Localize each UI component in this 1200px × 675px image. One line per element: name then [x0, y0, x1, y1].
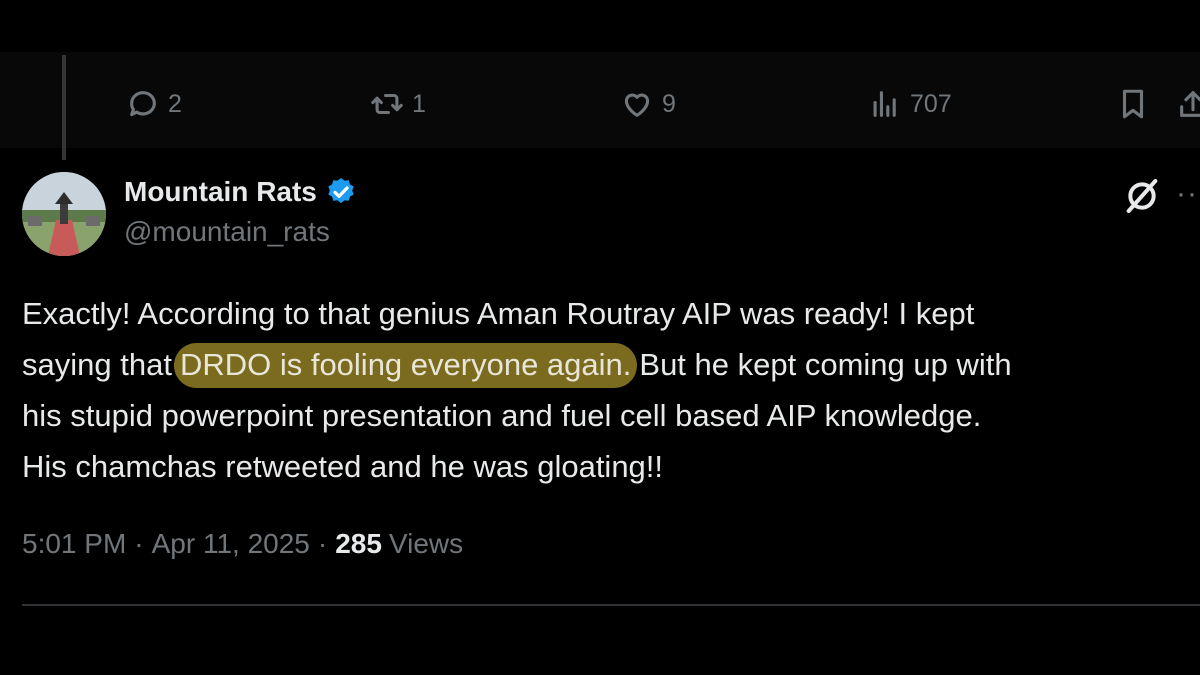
bar-chart-icon	[873, 91, 896, 117]
tweet-line-3: his stupid powerpoint presentation and f…	[22, 398, 982, 433]
speech-bubble-icon	[130, 91, 156, 117]
meta-separator: ·	[134, 528, 144, 559]
heart-icon	[624, 93, 650, 117]
share-button[interactable]	[1176, 80, 1200, 128]
avatar[interactable]	[22, 172, 106, 256]
tweet-views-count: 285	[335, 528, 382, 559]
reply-count: 2	[168, 89, 182, 118]
bookmark-button[interactable]	[1116, 80, 1150, 128]
tweet-time[interactable]: 5:01 PM	[22, 528, 126, 560]
tweet-views-label: Views	[388, 528, 464, 559]
meta-separator-2: ·	[317, 528, 328, 559]
reply-button[interactable]: 2	[126, 80, 182, 128]
like-count: 9	[662, 89, 676, 118]
share-icon	[1180, 91, 1200, 117]
grok-icon[interactable]	[1122, 176, 1162, 216]
tweet-line-2-before: saying that	[22, 347, 172, 382]
author-name-row: Mountain Rats	[124, 172, 357, 212]
views-count: 707	[910, 89, 952, 118]
parent-tweet-actions: 2 1 9 707	[0, 80, 1200, 128]
tweet-date[interactable]: Apr 11, 2025	[152, 528, 310, 560]
retweet-count: 1	[412, 89, 426, 118]
retweet-button[interactable]: 1	[370, 80, 426, 128]
tweet-body: Exactly! According to that genius Aman R…	[22, 288, 1197, 492]
like-button[interactable]: 9	[620, 80, 676, 128]
tweet-line-4: His chamchas retweeted and he was gloati…	[22, 449, 664, 484]
tweet-line-1: Exactly! According to that genius Aman R…	[22, 296, 975, 331]
divider	[22, 604, 1200, 606]
retweet-icon	[371, 93, 403, 115]
author-display-name[interactable]: Mountain Rats	[124, 176, 317, 208]
bookmark-icon	[1122, 89, 1144, 119]
verified-badge-icon	[328, 178, 354, 204]
avatar-photo	[22, 172, 106, 256]
tweet-line-2: saying that DRDO is fooling everyone agai…	[22, 339, 1197, 390]
highlighted-text: DRDO is fooling everyone again.	[173, 343, 638, 388]
author-handle[interactable]: @mountain_rats	[124, 216, 330, 248]
more-dots-icon[interactable]: ··	[1176, 179, 1198, 209]
views-button[interactable]: 707	[868, 80, 952, 128]
tweet-meta: 5:01 PM · Apr 11, 2025 · 285 Views	[22, 528, 463, 560]
tweet-line-2-after: But he kept coming up with	[639, 347, 1012, 382]
